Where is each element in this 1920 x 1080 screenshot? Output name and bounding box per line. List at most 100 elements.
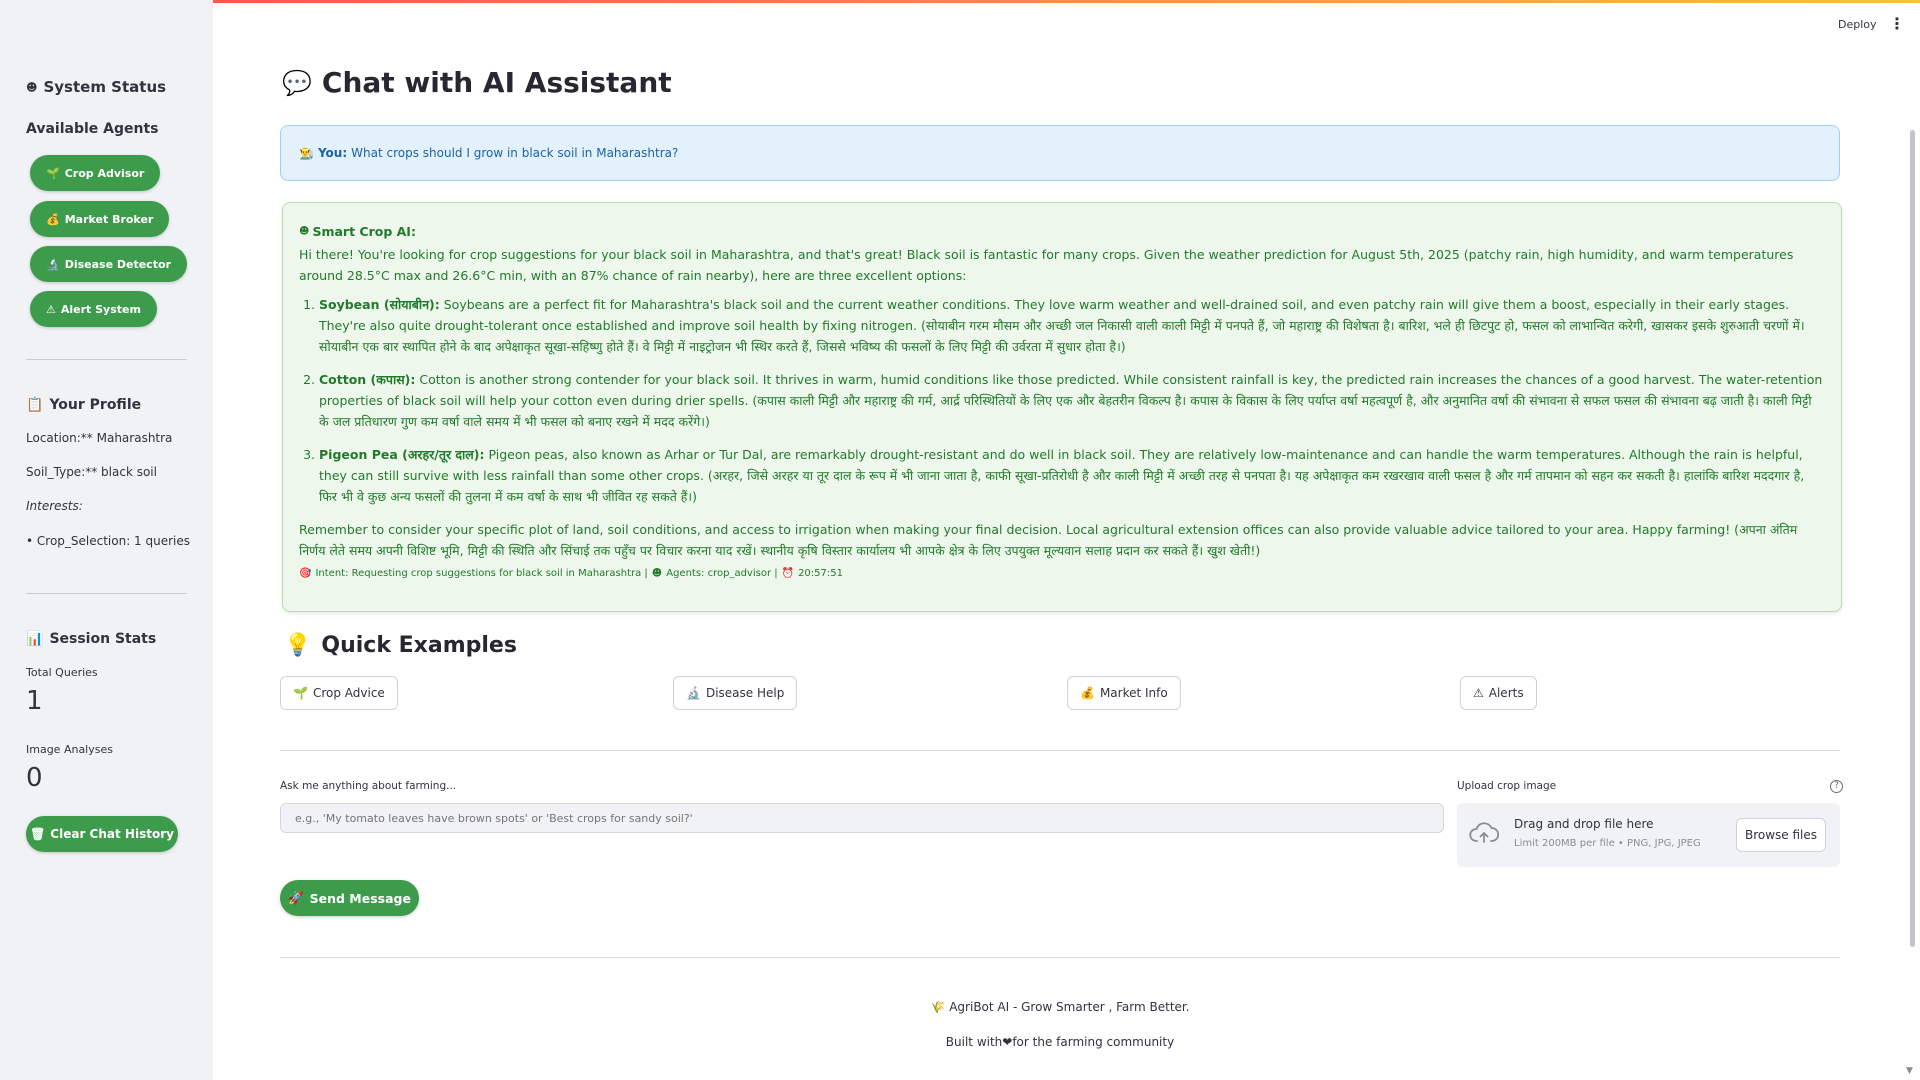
crop-description: Pigeon peas, also known as Arhar or Tur …	[319, 447, 1805, 504]
ai-speaker-heading: ☻ Smart Crop AI:	[299, 221, 1825, 242]
quick-button-label: Market Info	[1099, 686, 1168, 700]
agent-label: Crop Advisor	[64, 166, 145, 180]
deploy-button[interactable]: Deploy	[1838, 18, 1877, 31]
crop-suggestion-list: Soybean (सोयाबीन): Soybeans are a perfec…	[299, 294, 1825, 507]
clear-chat-label: Clear Chat History	[50, 827, 174, 841]
quick-button-label: Crop Advice	[312, 686, 385, 700]
profile-interest-item: • Crop_Selection: 1 queries	[26, 534, 191, 548]
agent-label: Market Broker	[64, 212, 154, 226]
scroll-down-arrow-icon[interactable]: ▼	[1906, 1066, 1913, 1076]
drop-limit-text: Limit 200MB per file • PNG, JPG, JPEG	[1514, 838, 1701, 849]
ai-message-meta: 🎯 Intent: Requesting crop suggestions fo…	[299, 563, 1825, 584]
chat-input-label: Ask me anything about farming...	[280, 780, 457, 792]
total-queries-value: 1	[26, 686, 43, 716]
trash-icon: 🗑	[30, 827, 46, 841]
top-decoration-bar	[0, 0, 1920, 3]
image-analyses-label: Image Analyses	[26, 743, 113, 756]
quick-examples-heading: 💡 Quick Examples	[284, 633, 517, 658]
robot-icon: ☻	[299, 226, 310, 237]
robot-icon: ☻	[651, 568, 663, 579]
crop-description: Soybeans are a perfect fit for Maharasht…	[319, 297, 1805, 354]
ai-closing-text: Remember to consider your specific plot …	[299, 522, 1798, 558]
money-icon: 💰	[1080, 686, 1095, 700]
list-item: Soybean (सोयाबीन): Soybeans are a perfec…	[319, 294, 1825, 357]
intent-text: Intent: Requesting crop suggestions for …	[315, 568, 648, 579]
page-title-text: Chat with AI Assistant	[321, 66, 672, 99]
sidebar: ☻ System Status Available Agents 🌱 Crop …	[0, 0, 213, 1080]
clear-chat-history-button[interactable]: 🗑 Clear Chat History	[26, 816, 178, 852]
crop-name: Soybean (सोयाबीन):	[319, 297, 440, 312]
session-stats-heading: 📊 Session Stats	[26, 631, 156, 647]
light-bulb-icon: 💡	[284, 633, 312, 658]
available-agents-heading: Available Agents	[26, 121, 159, 137]
image-analyses-value: 0	[26, 763, 43, 793]
footer-credits: Built with❤for the farming community	[945, 1035, 1175, 1049]
session-stats-title: Session Stats	[49, 631, 157, 647]
user-message-text: What crops should I grow in black soil i…	[351, 146, 679, 160]
quick-crop-advice-button[interactable]: 🌱 Crop Advice	[280, 676, 398, 710]
profile-soil-type: Soil_Type:** black soil	[26, 465, 157, 479]
clipboard-icon: 📋	[26, 397, 44, 413]
chat-input[interactable]	[280, 803, 1444, 833]
footer-tagline-text: AgriBot AI - Grow Smarter , Farm Better.	[949, 1000, 1190, 1014]
agent-button-alert-system[interactable]: ⚠ Alert System	[30, 291, 157, 327]
farmer-icon: 👨‍🌾	[299, 146, 314, 160]
cloud-upload-icon	[1469, 822, 1499, 843]
scrollbar[interactable]	[1910, 130, 1915, 947]
robot-icon: ☻	[26, 80, 38, 94]
wheat-icon: 🌾	[930, 1000, 946, 1014]
page-title: 💬 Chat with AI Assistant	[282, 66, 672, 99]
sidebar-divider	[26, 359, 187, 360]
crop-name: Cotton (कपास):	[319, 372, 416, 387]
crop-description: Cotton is another strong contender for y…	[319, 372, 1823, 429]
upload-label: Upload crop image	[1457, 780, 1557, 792]
user-speaker-label: You:	[317, 146, 348, 160]
sidebar-divider	[26, 593, 187, 594]
quick-disease-help-button[interactable]: 🔬 Disease Help	[673, 676, 798, 710]
send-message-button[interactable]: 🚀 Send Message	[280, 880, 419, 916]
crop-name: Pigeon Pea (अरहर/तूर दाल):	[319, 447, 485, 462]
system-status-label: System Status	[43, 78, 167, 96]
list-item: Cotton (कपास): Cotton is another strong …	[319, 369, 1825, 432]
profile-title: Your Profile	[49, 397, 142, 413]
list-item: Pigeon Pea (अरहर/तूर दाल): Pigeon peas, …	[319, 444, 1825, 507]
quick-examples-title: Quick Examples	[321, 633, 517, 658]
system-status-heading: ☻ System Status	[26, 78, 166, 96]
agent-button-crop-advisor[interactable]: 🌱 Crop Advisor	[30, 155, 161, 191]
file-dropzone[interactable]: Drag and drop file here Limit 200MB per …	[1457, 803, 1840, 867]
microscope-icon: 🔬	[46, 257, 60, 271]
quick-button-label: Disease Help	[705, 686, 785, 700]
agents-text: Agents: crop_advisor |	[666, 568, 778, 579]
send-button-label: Send Message	[309, 890, 411, 906]
ai-intro-text: Hi there! You're looking for crop sugges…	[299, 247, 1794, 283]
agent-button-market-broker[interactable]: 💰 Market Broker	[30, 201, 170, 237]
warning-icon: ⚠	[46, 302, 56, 316]
profile-interests-label: Interests:	[26, 499, 83, 513]
help-icon[interactable]: ?	[1830, 780, 1843, 793]
main-menu-icon[interactable]: ⋮	[1889, 14, 1905, 33]
quick-alerts-button[interactable]: ⚠ Alerts	[1460, 676, 1537, 710]
quick-market-info-button[interactable]: 💰 Market Info	[1067, 676, 1181, 710]
divider	[280, 957, 1840, 958]
total-queries-label: Total Queries	[26, 666, 98, 679]
speech-bubble-icon: 💬	[282, 68, 312, 97]
ai-speaker-label: Smart Crop AI:	[312, 224, 416, 239]
browse-files-button[interactable]: Browse files	[1736, 818, 1826, 852]
rocket-icon: 🚀	[288, 890, 304, 905]
seedling-icon: 🌱	[293, 686, 308, 700]
profile-location: Location:** Maharashtra	[26, 431, 173, 445]
ai-message: ☻ Smart Crop AI: Hi there! You're lookin…	[282, 202, 1842, 612]
warning-icon: ⚠	[1473, 686, 1484, 700]
target-icon: 🎯	[299, 568, 312, 579]
footer-tagline: 🌾 AgriBot AI - Grow Smarter , Farm Bette…	[280, 1000, 1840, 1014]
profile-heading: 📋 Your Profile	[26, 397, 141, 413]
drop-text: Drag and drop file here	[1514, 817, 1654, 831]
microscope-icon: 🔬	[686, 686, 701, 700]
bar-chart-icon: 📊	[26, 631, 44, 647]
agent-label: Alert System	[60, 302, 141, 316]
user-message: 👨‍🌾 You: What crops should I grow in bla…	[280, 125, 1840, 181]
divider	[280, 750, 1840, 751]
agent-label: Disease Detector	[64, 257, 171, 271]
agent-button-disease-detector[interactable]: 🔬 Disease Detector	[30, 246, 187, 282]
alarm-clock-icon: ⏰	[781, 568, 795, 579]
